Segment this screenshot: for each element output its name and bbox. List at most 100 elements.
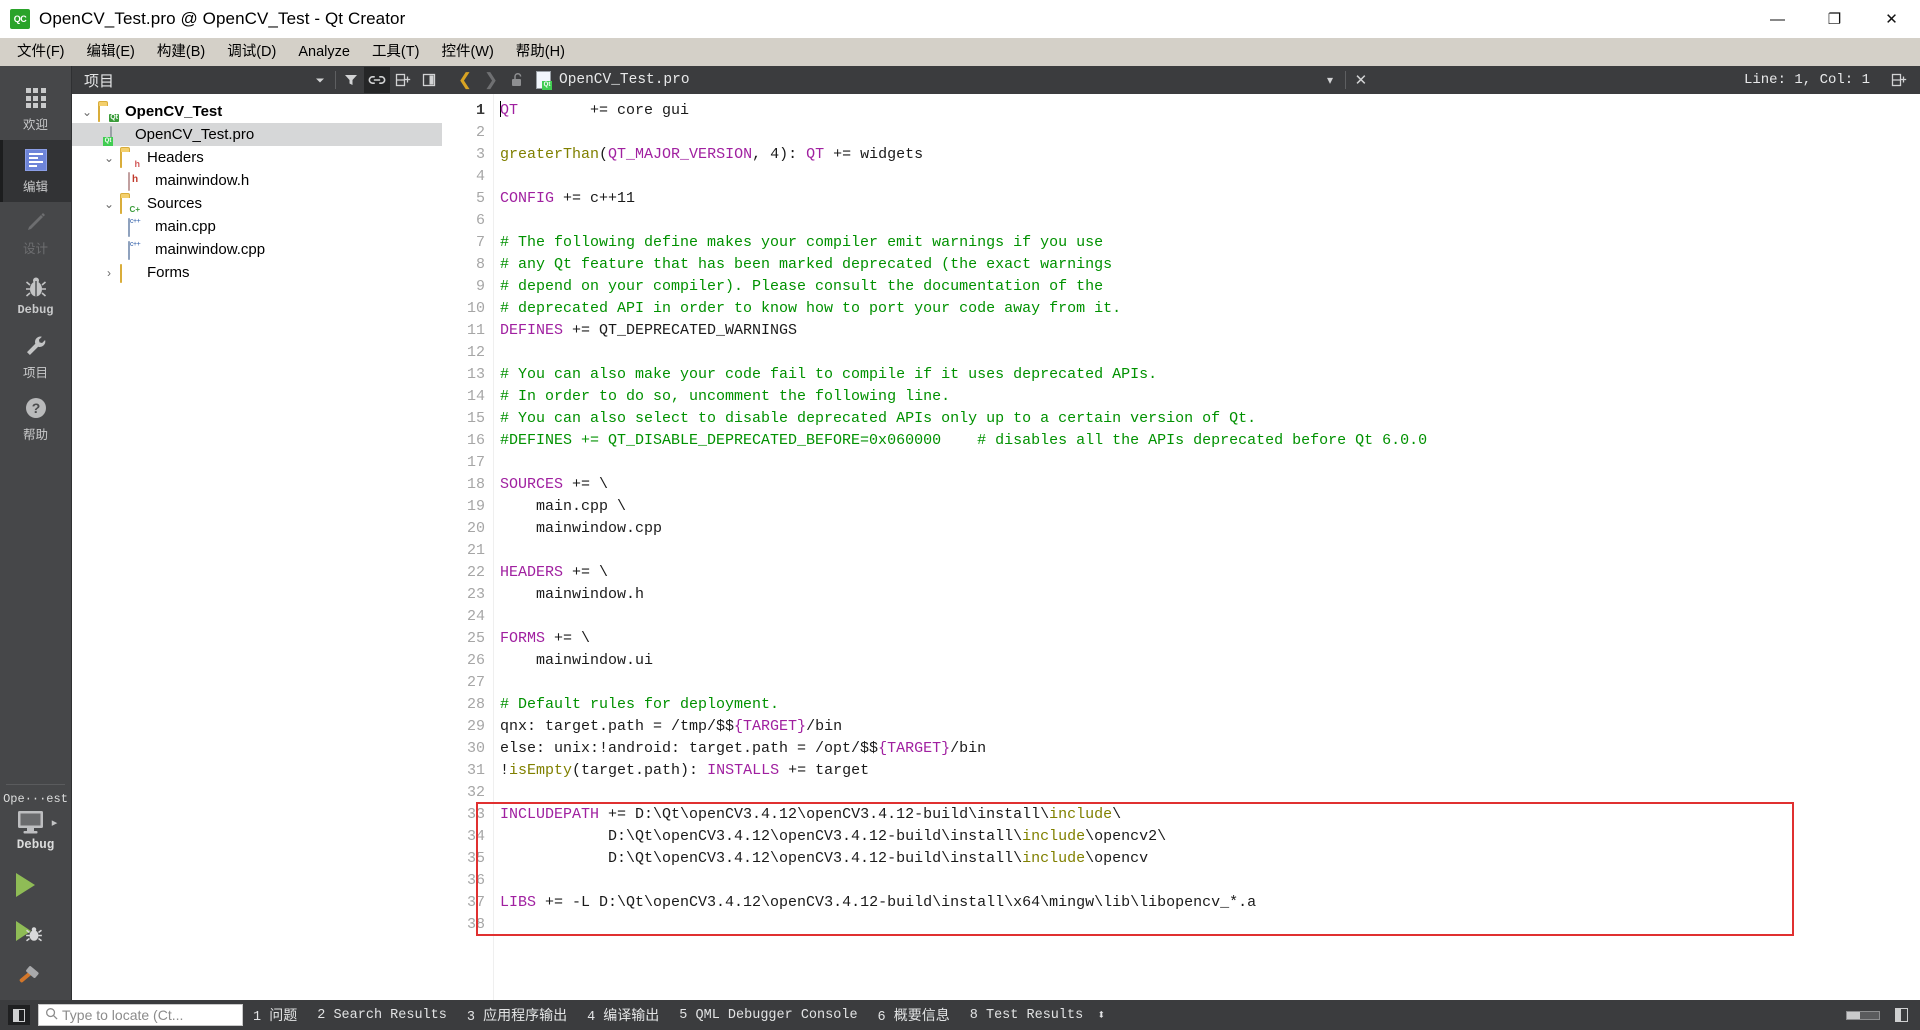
link-with-editor-icon[interactable] — [364, 67, 390, 93]
kit-target-row[interactable]: ▸ — [0, 808, 71, 836]
code-line[interactable]: !isEmpty(target.path): INSTALLS += targe… — [500, 760, 1920, 782]
menu-help[interactable]: 帮助(H) — [505, 41, 576, 64]
tree-item-headers[interactable]: ⌄ h Headers — [72, 146, 442, 169]
code-editor[interactable]: 1 2 3 4 5 6 7 8 9 10 11 12 13 14 15 16 17 18 19 20 21 22 23 24 2… — [442, 94, 1920, 1000]
pane-test-results[interactable]: 8 Test Results — [960, 1008, 1093, 1023]
sidebar-item-help[interactable]: ? 帮助 — [0, 388, 71, 450]
code-line[interactable]: # In order to do so, uncomment the follo… — [500, 386, 1920, 408]
toggle-right-panel-icon[interactable] — [1890, 1005, 1912, 1025]
close-panel-icon[interactable] — [416, 67, 442, 93]
pane-search-results[interactable]: 2 Search Results — [307, 1008, 457, 1023]
tree-item-forms[interactable]: › Forms — [72, 261, 442, 284]
close-button[interactable]: ✕ — [1863, 0, 1920, 38]
code-line[interactable]: # You can also select to disable depreca… — [500, 408, 1920, 430]
chevron-down-icon-headers[interactable]: ⌄ — [98, 151, 120, 165]
close-editor-button[interactable]: ✕ — [1348, 67, 1374, 93]
pane-updown-arrow[interactable]: ⬍ — [1093, 1007, 1115, 1024]
pane-application-output[interactable]: 3 应用程序输出 — [457, 1005, 577, 1025]
code-line[interactable]: greaterThan(QT_MAJOR_VERSION, 4): QT += … — [500, 144, 1920, 166]
code-line[interactable] — [500, 166, 1920, 188]
start-debugging-button[interactable] — [0, 908, 71, 954]
unlocked-icon[interactable] — [504, 67, 530, 93]
code-line[interactable] — [500, 342, 1920, 364]
chevron-down-icon[interactable] — [307, 67, 333, 93]
locator-input[interactable]: Type to locate (Ct... — [38, 1004, 243, 1026]
navigate-forward-button[interactable]: ❯ — [478, 67, 504, 93]
run-button[interactable] — [0, 862, 71, 908]
code-token: HEADERS — [500, 564, 564, 581]
code-line[interactable] — [500, 672, 1920, 694]
code-line[interactable]: DEFINES += QT_DEPRECATED_WARNINGS — [500, 320, 1920, 342]
pane-compile-output[interactable]: 4 编译输出 — [577, 1005, 669, 1025]
code-line[interactable]: LIBS += -L D:\Qt\openCV3.4.12\openCV3.4.… — [500, 892, 1920, 914]
menu-edit[interactable]: 编辑(E) — [76, 41, 146, 64]
code-line[interactable] — [500, 606, 1920, 628]
code-line[interactable] — [500, 870, 1920, 892]
code-line[interactable]: HEADERS += \ — [500, 562, 1920, 584]
sidebar-item-projects[interactable]: 项目 — [0, 326, 71, 388]
sidebar-item-debug[interactable]: Debug — [0, 264, 71, 326]
code-line[interactable]: mainwindow.cpp — [500, 518, 1920, 540]
line-number-gutter: 1 2 3 4 5 6 7 8 9 10 11 12 13 14 15 16 17 18 19 20 21 22 23 24 2… — [442, 94, 494, 1000]
chevron-down-icon-sources[interactable]: ⌄ — [98, 197, 120, 211]
menu-tools[interactable]: 工具(T) — [361, 41, 431, 64]
sidebar-item-edit[interactable]: 编辑 — [0, 140, 71, 202]
code-line[interactable] — [500, 540, 1920, 562]
code-line[interactable]: # The following define makes your compil… — [500, 232, 1920, 254]
code-line[interactable]: D:\Qt\openCV3.4.12\openCV3.4.12-build\in… — [500, 848, 1920, 870]
kit-expand-arrow[interactable]: ▸ — [52, 816, 58, 829]
code-line[interactable]: mainwindow.ui — [500, 650, 1920, 672]
code-line[interactable]: D:\Qt\openCV3.4.12\openCV3.4.12-build\in… — [500, 826, 1920, 848]
build-button[interactable] — [0, 954, 71, 1000]
code-line[interactable]: # any Qt feature that has been marked de… — [500, 254, 1920, 276]
code-line[interactable]: FORMS += \ — [500, 628, 1920, 650]
menu-build[interactable]: 构建(B) — [146, 41, 216, 64]
open-file-selector[interactable]: Qt OpenCV_Test.pro — [530, 71, 690, 90]
code-line[interactable]: # You can also make your code fail to co… — [500, 364, 1920, 386]
tree-item-project[interactable]: ⌄ Qt OpenCV_Test — [72, 100, 442, 123]
pane-general-messages[interactable]: 6 概要信息 — [868, 1005, 960, 1025]
toggle-sidebar-icon[interactable] — [8, 1005, 30, 1025]
sidebar-item-design[interactable]: 设计 — [0, 202, 71, 264]
split-add-icon[interactable] — [390, 67, 416, 93]
tree-item-mainwindow-cpp[interactable]: mainwindow.cpp — [72, 238, 442, 261]
code-line[interactable]: # Default rules for deployment. — [500, 694, 1920, 716]
code-line[interactable]: mainwindow.h — [500, 584, 1920, 606]
code-line[interactable] — [500, 782, 1920, 804]
code-line[interactable]: # depend on your compiler). Please consu… — [500, 276, 1920, 298]
chevron-right-icon-forms[interactable]: › — [98, 266, 120, 280]
code-line[interactable]: SOURCES += \ — [500, 474, 1920, 496]
code-line[interactable] — [500, 210, 1920, 232]
sidebar-item-welcome[interactable]: 欢迎 — [0, 78, 71, 140]
code-line[interactable]: #DEFINES += QT_DISABLE_DEPRECATED_BEFORE… — [500, 430, 1920, 452]
project-tree[interactable]: ⌄ Qt OpenCV_Test Qt OpenCV_Test.pro ⌄ h … — [72, 94, 442, 1000]
tree-item-sources[interactable]: ⌄ C+ Sources — [72, 192, 442, 215]
code-line[interactable] — [500, 914, 1920, 936]
code-line[interactable]: # deprecated API in order to know how to… — [500, 298, 1920, 320]
navigate-back-button[interactable]: ❮ — [452, 67, 478, 93]
menu-debug[interactable]: 调试(D) — [216, 41, 287, 64]
code-line[interactable]: else: unix:!android: target.path = /opt/… — [500, 738, 1920, 760]
tree-item-main-cpp[interactable]: main.cpp — [72, 215, 442, 238]
split-editor-icon[interactable] — [1886, 67, 1912, 93]
code-line[interactable]: QT += core gui — [500, 100, 1920, 122]
code-line[interactable] — [500, 122, 1920, 144]
code-line[interactable] — [500, 452, 1920, 474]
code-line[interactable]: main.cpp \ — [500, 496, 1920, 518]
code-line[interactable]: INCLUDEPATH += D:\Qt\openCV3.4.12\openCV… — [500, 804, 1920, 826]
menu-window[interactable]: 控件(W) — [430, 41, 504, 64]
maximize-button[interactable]: ❐ — [1806, 0, 1863, 38]
file-dropdown-arrow[interactable]: ▾ — [1317, 67, 1343, 93]
menu-analyze[interactable]: Analyze — [287, 41, 361, 64]
code-line[interactable]: qnx: target.path = /tmp/$${TARGET}/bin — [500, 716, 1920, 738]
pane-problems[interactable]: 1 问题 — [243, 1005, 307, 1025]
chevron-down-icon[interactable]: ⌄ — [76, 105, 98, 119]
tree-item-pro-file[interactable]: Qt OpenCV_Test.pro — [72, 123, 442, 146]
pane-qml-debugger-console[interactable]: 5 QML Debugger Console — [669, 1008, 867, 1023]
filter-icon[interactable] — [338, 67, 364, 93]
code-text[interactable]: QT += core gui greaterThan(QT_MAJOR_VERS… — [494, 94, 1920, 1000]
code-line[interactable]: CONFIG += c++11 — [500, 188, 1920, 210]
menu-file[interactable]: 文件(F) — [6, 41, 76, 64]
tree-item-mainwindow-h[interactable]: mainwindow.h — [72, 169, 442, 192]
minimize-button[interactable]: — — [1749, 0, 1806, 38]
